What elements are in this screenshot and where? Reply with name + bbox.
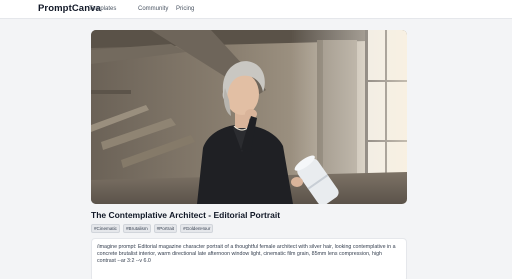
hero-image	[91, 30, 407, 204]
tag-list: #Cinematic #Brutalism #Portrait #GoldenH…	[91, 224, 214, 233]
tag-cinematic[interactable]: #Cinematic	[91, 224, 120, 233]
page-title: The Contemplative Architect - Editorial …	[91, 210, 281, 220]
prompt-box[interactable]: /imagine prompt: Editorial magazine char…	[91, 238, 407, 279]
prompt-text: /imagine prompt: Editorial magazine char…	[97, 244, 396, 264]
nav-link-pricing[interactable]: Pricing	[176, 6, 194, 12]
top-navbar: PromptCanva Templates Community Pricing	[0, 0, 512, 19]
portrait-illustration	[91, 30, 407, 204]
nav-link-community[interactable]: Community	[138, 6, 168, 12]
tag-portrait[interactable]: #Portrait	[153, 224, 178, 233]
tag-brutalism[interactable]: #Brutalism	[122, 224, 151, 233]
tag-golden-hour[interactable]: #GoldenHour	[180, 224, 214, 233]
nav-link-templates[interactable]: Templates	[89, 6, 116, 12]
